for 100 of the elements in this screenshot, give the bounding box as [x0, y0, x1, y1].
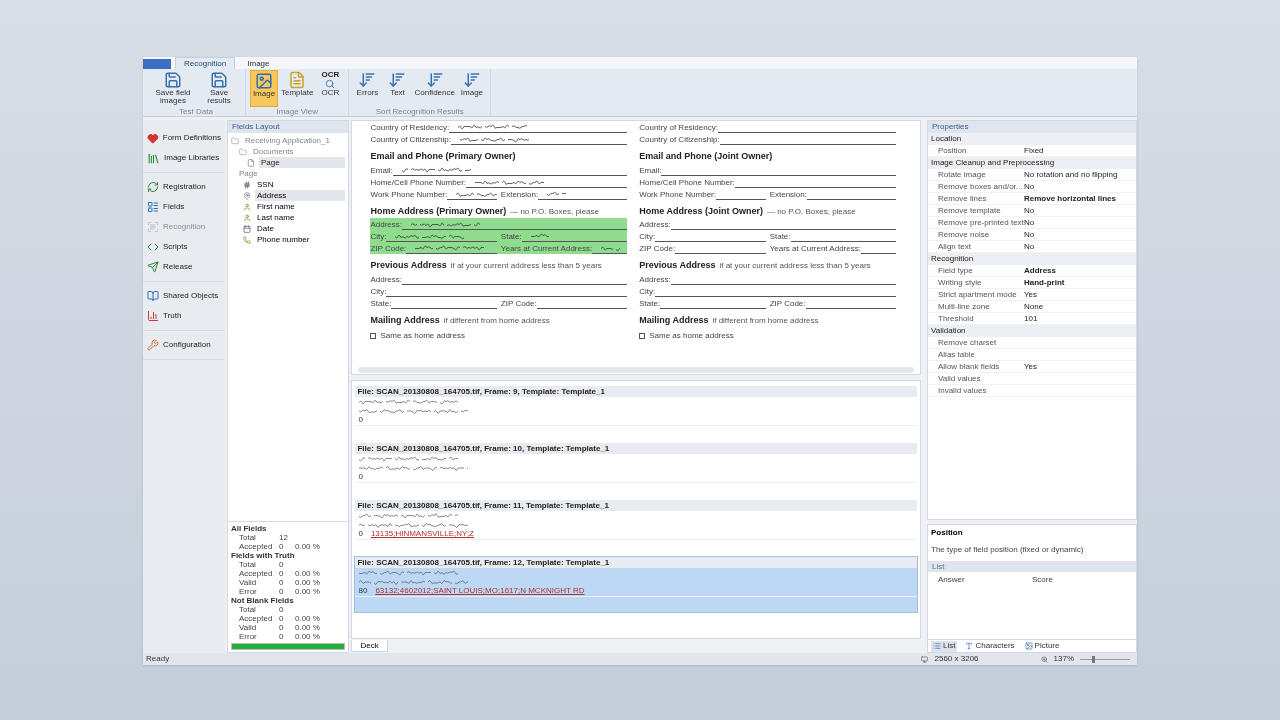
- panel-tab[interactable]: List: [931, 640, 958, 652]
- ribbon-button[interactable]: Image: [250, 70, 278, 107]
- row-number: 0: [358, 528, 363, 540]
- form-label: Address:: [370, 220, 403, 230]
- property-value[interactable]: Remove horizontal lines: [1024, 192, 1117, 205]
- property-value[interactable]: No: [1024, 180, 1035, 193]
- slider-thumb[interactable]: [1091, 655, 1095, 663]
- ribbon-button[interactable]: Text: [383, 70, 412, 107]
- property-value[interactable]: Hand-print: [1024, 276, 1065, 289]
- tree-item[interactable]: Page: [259, 157, 346, 168]
- nav-item[interactable]: Release: [143, 257, 225, 277]
- document-icon: [288, 71, 307, 89]
- property-value[interactable]: No: [1024, 240, 1035, 253]
- property-name: Remove lines: [937, 192, 988, 205]
- property-value[interactable]: 101: [1024, 312, 1038, 325]
- book-icon: [147, 290, 159, 302]
- section-heading: Home Address (Joint Owner): [639, 204, 763, 218]
- form-label: Country of Citizenship:: [639, 135, 720, 145]
- deck-tab[interactable]: Deck: [351, 640, 388, 652]
- form-label: Years at Current Address:: [500, 244, 593, 254]
- category-row[interactable]: Validation: [928, 325, 1136, 337]
- nav-item[interactable]: Shared Objects: [143, 286, 225, 306]
- ribbon-tab[interactable]: Recognition: [175, 57, 236, 69]
- nav-item[interactable]: Scripts: [143, 237, 225, 257]
- record-card[interactable]: File: SCAN_20130808_164705.tif, Frame: 12, Template: Template_1 80 63132;4602012;SAINT LOUIS;MO;1617;N MCKNIGHT RD: [354, 556, 918, 613]
- app-menu-button[interactable]: [143, 59, 171, 69]
- stat-percent: 0.00 %: [295, 632, 320, 641]
- form-label: State:: [370, 298, 392, 309]
- property-name: Strict apartment mode: [937, 288, 1018, 301]
- panel-tab[interactable]: Picture: [1022, 640, 1062, 652]
- ribbon-button[interactable]: Template: [280, 70, 315, 107]
- property-value[interactable]: None: [1024, 300, 1044, 313]
- nav-item[interactable]: Image Libraries: [143, 148, 225, 168]
- category-row[interactable]: Image Cleanup and Preprocessing: [928, 157, 1136, 169]
- ribbon-button[interactable]: OCR OCR: [316, 70, 345, 107]
- property-name: Valid values: [937, 372, 982, 385]
- ribbon-tab[interactable]: Image: [239, 57, 278, 69]
- tree-item[interactable]: Documents: [251, 146, 296, 157]
- field-item[interactable]: Date: [255, 223, 346, 234]
- section-heading: Previous Address: [639, 259, 716, 272]
- nav-item[interactable]: Registration: [143, 177, 225, 197]
- horizontal-scrollbar[interactable]: [358, 367, 914, 373]
- nav-item[interactable]: Configuration: [143, 335, 225, 355]
- form-label: Home/Cell Phone Number:: [639, 177, 735, 188]
- property-value[interactable]: Fixed: [1024, 144, 1044, 157]
- column-header[interactable]: Answer: [938, 574, 1032, 586]
- section-note: — no P.O. Boxes, please: [510, 205, 599, 218]
- form-label: Address:: [370, 274, 403, 285]
- property-value[interactable]: No: [1024, 204, 1035, 217]
- form-label: ZIP Code:: [769, 298, 806, 309]
- search-icon: [325, 79, 336, 89]
- form-label: Work Phone Number:: [639, 189, 716, 200]
- section-note: if at your current address less than 5 years: [719, 260, 871, 272]
- sort-icon: [388, 71, 407, 89]
- status-text: Ready: [146, 653, 170, 665]
- property-value[interactable]: No rotation and no flipping: [1024, 168, 1118, 181]
- field-item[interactable]: Address: [255, 190, 346, 201]
- form-label: Email:: [370, 165, 393, 176]
- chart-icon: [147, 310, 159, 322]
- property-value[interactable]: Address: [1024, 264, 1056, 277]
- nav-item[interactable]: Truth: [143, 306, 225, 326]
- category-row[interactable]: Recognition: [928, 253, 1136, 265]
- property-value[interactable]: No: [1024, 228, 1035, 241]
- handwriting-drawing: [414, 244, 485, 253]
- send-icon: [147, 261, 159, 273]
- section-heading: Mailing Address: [639, 313, 709, 327]
- stat-count: 0: [279, 569, 285, 578]
- stat-label: Accepted: [238, 542, 274, 551]
- field-item[interactable]: SSN: [255, 179, 346, 190]
- code-icon: [147, 241, 159, 253]
- field-item[interactable]: Phone number: [255, 234, 346, 245]
- wrench-icon: [147, 339, 159, 351]
- property-value[interactable]: No: [1024, 216, 1035, 229]
- form-label: Country of Citizenship:: [370, 135, 451, 145]
- section-heading: Previous Address: [370, 259, 447, 272]
- nav-item[interactable]: Fields: [143, 197, 225, 217]
- property-value[interactable]: Yes: [1024, 360, 1038, 373]
- field-item[interactable]: First name: [255, 201, 346, 212]
- ribbon-button[interactable]: Save field images: [151, 70, 195, 107]
- property-name: Multi-line zone: [937, 300, 991, 313]
- sort-icon: [358, 71, 377, 89]
- stat-label: Total: [238, 605, 257, 614]
- checkbox-label: Same as home address: [380, 330, 465, 342]
- list-icon: [933, 642, 941, 650]
- field-item[interactable]: Last name: [255, 212, 346, 223]
- ribbon-button[interactable]: Image: [457, 70, 486, 107]
- ribbon-button[interactable]: Save results: [197, 70, 241, 107]
- category-row[interactable]: Location: [928, 133, 1136, 145]
- column-header[interactable]: Score: [1032, 574, 1126, 586]
- nav-item[interactable]: Form Definitions: [143, 128, 225, 148]
- property-value[interactable]: Yes: [1024, 288, 1038, 301]
- handwriting-drawing: [474, 177, 545, 187]
- handwriting-drawing: [400, 165, 471, 175]
- ribbon-button[interactable]: Confidence: [413, 70, 456, 107]
- property-name: Remove pre-printed text: [937, 216, 1024, 229]
- form-label: State:: [639, 298, 661, 309]
- panel-tab[interactable]: Characters: [963, 640, 1017, 652]
- tree-item[interactable]: Receiving Application_1: [243, 135, 332, 146]
- ribbon-button[interactable]: Errors: [353, 70, 382, 107]
- fields-icon: [147, 201, 159, 213]
